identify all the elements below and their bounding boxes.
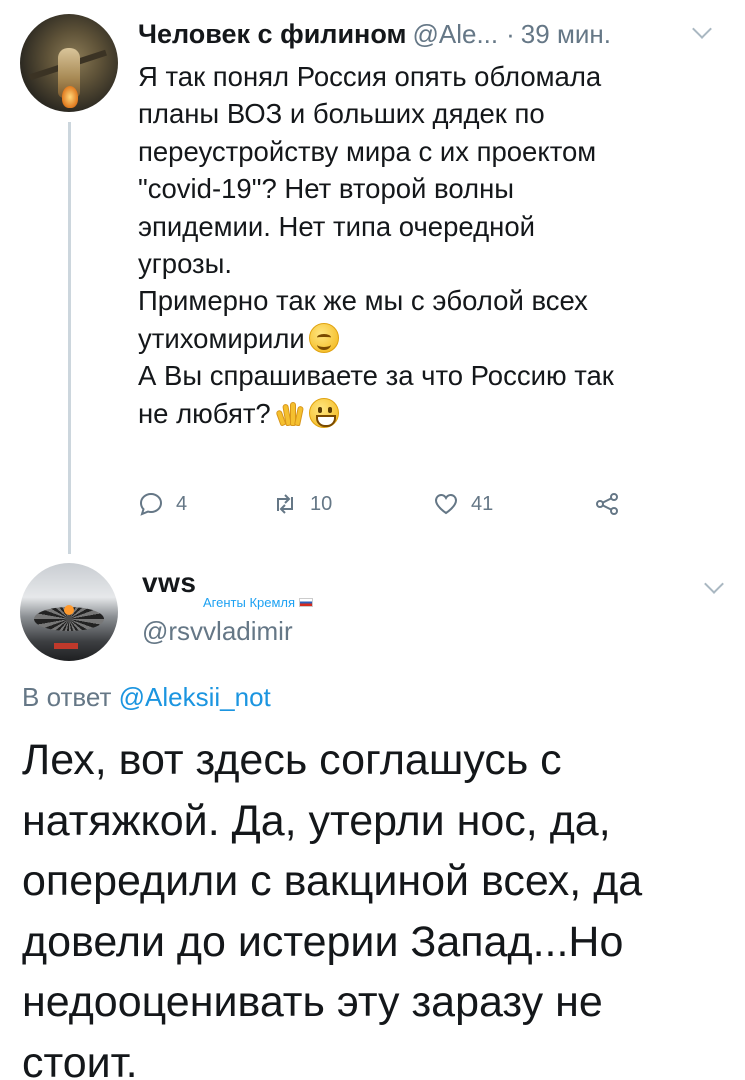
tweet-text-line: Примерно так же мы с эболой всех <box>138 285 588 317</box>
tweet-text-line: переустройству мира с их проектом <box>138 135 597 167</box>
heart-icon <box>434 493 458 515</box>
chevron-down-icon[interactable] <box>704 574 724 594</box>
waving-hand-emoji-icon <box>275 398 305 428</box>
tweet-text-line: А Вы спрашиваете за что Россию так <box>138 360 614 392</box>
tweet-text-line-with-emoji: не любят? <box>138 395 723 432</box>
tweet-text-line: "covid-19"? Нет второй волны <box>138 173 515 205</box>
reply-author-avatar[interactable] <box>20 563 118 661</box>
tweet-text-line: натяжкой. Да, утерли нос, да, <box>22 796 611 845</box>
retweet-icon <box>277 494 293 514</box>
reply-tweet-text: Лех, вот здесь соглашусь с натяжкой. Да,… <box>22 730 737 1080</box>
tweet-text-fragment: утихомирили <box>138 322 305 354</box>
replied-user-link[interactable]: @Aleksii_not <box>119 682 271 712</box>
parent-tweet-text: Я так понял Россия опять обломала планы … <box>138 58 723 432</box>
chevron-down-icon[interactable] <box>692 19 712 39</box>
like-count: 41 <box>471 492 494 515</box>
tweet-text-line: Я так понял Россия опять обломала <box>138 61 602 92</box>
retweet-count: 10 <box>310 492 333 515</box>
like-button[interactable]: 41 <box>433 484 493 524</box>
tweet-text-line-with-emoji: утихомирили <box>138 320 723 357</box>
author-badge-text: Агенты Кремля <box>203 595 296 610</box>
replying-to-line: В ответ @Aleksii_not <box>22 682 271 713</box>
share-icon <box>596 493 618 515</box>
tweet-text-line: довели до истерии Запад...Но <box>22 917 624 966</box>
tweet-text-line: Лех, вот здесь соглашусь с <box>22 736 562 784</box>
reply-icon <box>139 492 163 516</box>
header-separator: · <box>506 18 515 49</box>
tweet-text-line: недооценивать эту заразу не <box>22 978 603 1026</box>
tweet-text-line: опередили с вакциной всех, да <box>22 857 643 905</box>
thread-connector-line <box>68 122 71 554</box>
tweet-text-line: планы ВОЗ и больших дядек по <box>138 98 545 130</box>
reply-prefix: В ответ <box>22 682 112 712</box>
russian-flag-icon <box>299 598 314 607</box>
parent-tweet-header: Человек с филином @Ale... · 39 мин. <box>138 14 611 54</box>
grinning-face-emoji-icon <box>308 397 339 428</box>
parent-tweet-time[interactable]: 39 мин. <box>521 19 611 50</box>
reply-count: 4 <box>176 492 188 515</box>
parent-author-handle[interactable]: @Ale... <box>412 19 498 50</box>
reply-author-handle[interactable]: @rsvvladimir <box>142 616 293 647</box>
parent-author-name[interactable]: Человек с филином <box>138 19 406 50</box>
retweet-button[interactable]: 10 <box>272 484 332 524</box>
tweet-text-line: стоит. <box>22 1038 138 1080</box>
tweet-text-line: угрозы. <box>138 247 233 279</box>
smiling-face-emoji-icon <box>308 322 339 353</box>
parent-author-avatar[interactable] <box>20 14 118 112</box>
reply-button[interactable]: 4 <box>138 484 187 524</box>
tweet-text-line: эпидемии. Нет типа очередной <box>138 210 535 242</box>
reply-author-name[interactable]: vws <box>142 567 196 599</box>
share-button[interactable] <box>594 484 620 524</box>
tweet-text-fragment: не любят? <box>138 397 271 429</box>
author-badge: Агенты Кремля <box>203 595 314 610</box>
